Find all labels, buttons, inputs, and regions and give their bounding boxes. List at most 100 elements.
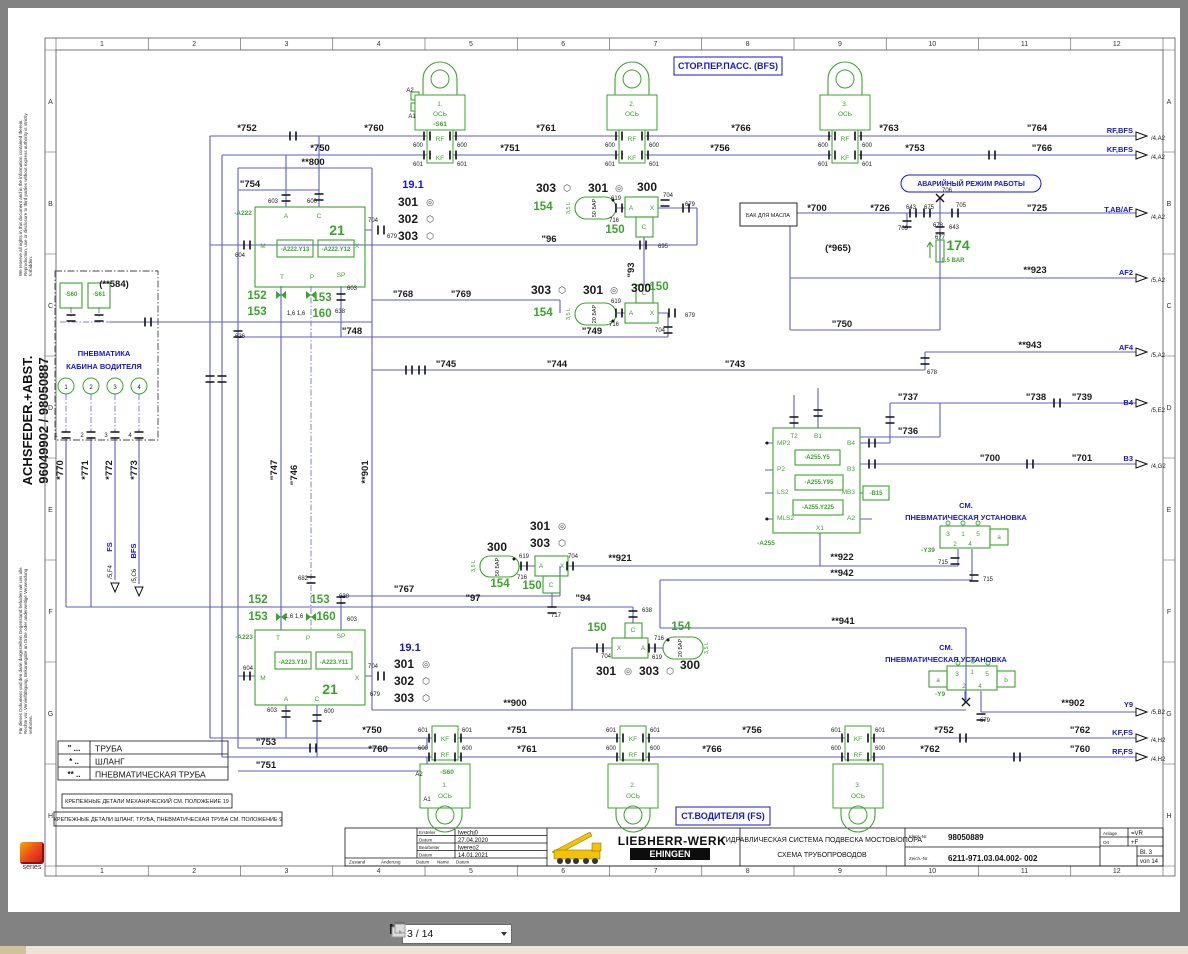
diagram-label: **900 [503,698,526,709]
diagram-label: BFS [129,544,138,559]
diagram-label: "768 [393,289,413,300]
diagram-label: ОСЬ [838,111,852,118]
diagram-label: RF,BFS [1107,126,1133,135]
ident-value: 98050889 [948,833,984,842]
diagram-label: 21 [322,681,338,697]
diagram-label: 675 [924,205,935,211]
reference-arrow [1135,398,1149,408]
sheet-number: Bl. 3 [1140,850,1153,856]
diagram-label: 301 [394,657,414,671]
diagram-label: /4,A2 [1151,215,1166,221]
diagram-label: B [48,201,53,208]
diagram-label: ◎ [558,521,566,531]
diagram-label: 3 [285,41,289,48]
diagram-label: *756 [742,725,762,736]
diagram-label: ⬡ [426,214,434,224]
title-block: Ersteller lwechj0 Datum 27.04.2020 Bearb… [344,827,1164,867]
diagram-label: 600 [818,143,829,149]
diagram-label: 600 [606,746,617,752]
diagram-label: 150 [605,224,624,236]
diagram-label: LS2 [777,489,789,496]
diagram-label: 19.1 [399,642,420,654]
diagram-label: AF4 [1119,343,1134,352]
diagram-label: ОСЬ [851,793,865,800]
diagram-label: /5,F4 [108,565,114,579]
diagram-label: ПНЕВМАТИЧЕСКАЯ УСТАНОВКА [885,655,1007,664]
accumulator-dots [512,198,769,642]
diagram-label: "701 [1072,453,1093,464]
diagram-label: G [48,711,53,718]
diagram-label: 303 [639,664,659,678]
diagram-label: 1 [100,41,104,48]
diagram-label: 153 [247,306,266,318]
diagram-label: M [260,243,265,250]
diagram-label: "736 [898,426,918,437]
diagram-label: 152 [248,594,267,606]
diagram-label: 604 [243,666,254,672]
diagram-label: 3 [955,671,959,678]
diagram-label: 679 [980,718,991,724]
tb-f4-label: Datum [419,853,433,858]
diagram-label: 302 [394,674,414,688]
tb-f3-label: Bearbeiter [419,845,440,850]
tb-datum: Datum [416,860,430,865]
diagram-label: 1 [54,433,58,439]
diagram-label: * .. [69,757,79,766]
reference-arrow [1135,707,1149,717]
diagram-label: RF,FS [1112,747,1133,756]
diagram-label: "764 [1027,123,1048,134]
diagram-label: **902 [1061,698,1084,709]
diagram-label: 303 [530,536,550,550]
diagram-label: X1 [816,525,824,532]
reference-arrow [1135,733,1149,743]
diagram-label: 1. [442,782,448,789]
diagram-label: 5 [469,41,473,48]
diagram-label: 3 [946,531,950,538]
diagram-label: 601 [862,162,873,168]
diagram-label: "769 [451,289,471,300]
diagram-label: H [1166,813,1171,820]
diagram-label: 10 [928,41,936,48]
zeich-label: Zeich.-Nr. [909,856,929,861]
diagram-labels: *752 *760 *761 *766 *763 "764 *750 *751 *756 *753… [54,123,1166,771]
diagram-label: 601 [818,162,829,168]
diagram-label: 636 [235,334,246,340]
diagram-label: /4,H2 [1151,757,1166,763]
diagram-label: A [629,205,634,212]
diagram-label: 601 [457,162,468,168]
callout-bfs-side: СТОР.ПЕР.ПАСС. (BFS) [678,61,778,71]
diagram-label: /5,A2 [1151,353,1166,359]
diagram-label: ОСЬ [625,111,639,118]
diagram-label: 619 [519,554,530,560]
diagram-label: **941 [831,616,855,627]
page-number-input[interactable]: 3 / 14 [402,924,512,944]
diagram-label: 716 [517,575,528,581]
diagram-label: *762 [920,744,940,755]
diagram-label: 3 [104,433,108,439]
diagram-label: 679 [370,692,381,698]
diagram-label: P [306,635,310,642]
diagram-label: 600 [831,746,842,752]
diagram-label: SP [337,633,346,640]
diagram-label: KF [441,736,449,743]
diagram-label: **942 [830,568,853,579]
diagram-label: 160 [316,611,335,623]
diagram-label: "96 [541,234,556,245]
diagram-label: 3,5 L [566,202,572,214]
diagram-label: 604 [235,253,246,259]
diagram-label: *752 [934,725,954,736]
diagram-label: "725 [1027,203,1048,214]
diagram-label: A [48,99,53,106]
diagram-label: ⬡ [422,676,430,686]
diagram-label: a [936,677,940,684]
diagram-label: 5 [469,868,473,875]
diagram-label: "749 [582,326,602,337]
diagram-label: /5,A2 [1151,278,1166,284]
diagram-label: C [48,303,53,310]
diagram-label: G [1166,711,1171,718]
diagram-label: *700 [807,203,827,214]
diagram-label: 303 [394,691,414,705]
diagram-label: 8 [746,41,750,48]
diagram-label: E [1167,507,1172,514]
diagram-label: *761 [517,744,537,755]
